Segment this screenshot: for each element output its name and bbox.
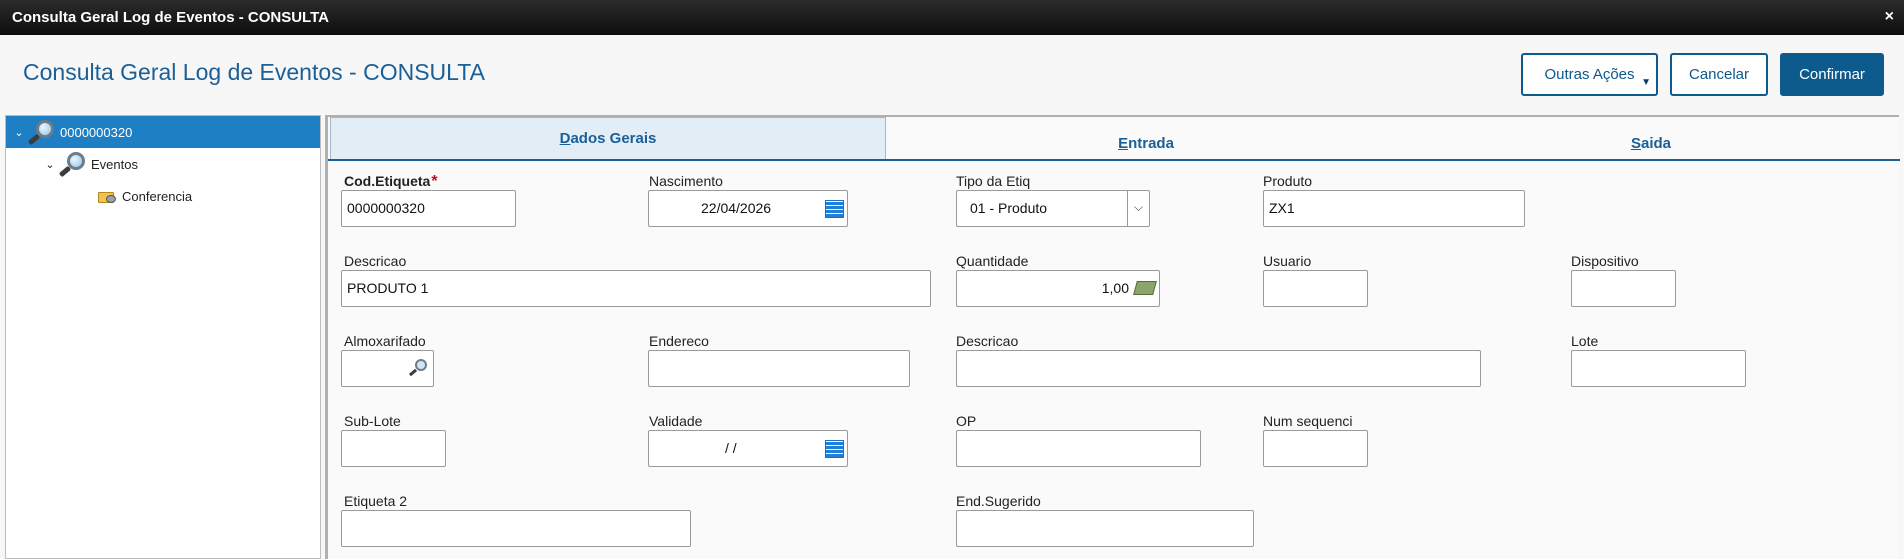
confirm-button[interactable]: Confirmar	[1780, 53, 1884, 96]
tipo-etiq-select[interactable]: 01 - Produto ⌵	[956, 190, 1150, 227]
tipo-etiq-value: 01 - Produto	[970, 200, 1048, 216]
validade-label: Validade	[649, 413, 703, 429]
tree-item-label: Conferencia	[122, 188, 193, 204]
end-sugerido-field[interactable]	[956, 510, 1254, 547]
descricao-label: Descricao	[344, 253, 407, 269]
chevron-down-icon[interactable]: ⌄	[12, 126, 26, 139]
num-sequenci-label: Num sequenci	[1263, 413, 1353, 429]
descricao-field[interactable]: PRODUTO 1	[341, 270, 931, 307]
end-sugerido-label: End.Sugerido	[956, 493, 1041, 509]
window-titlebar: Consulta Geral Log de Eventos - CONSULTA…	[0, 0, 1904, 35]
produto-field[interactable]: ZX1	[1263, 190, 1525, 227]
tab-accel: D	[559, 130, 571, 147]
tab-label: ados Gerais	[570, 130, 657, 147]
close-icon[interactable]: ×	[1885, 8, 1894, 26]
tree-panel: ⌄ 0000000320 ⌄ Eventos Conferencia	[5, 115, 321, 559]
search-icon[interactable]	[407, 359, 429, 379]
lote-label: Lote	[1571, 333, 1599, 349]
sub-lote-label: Sub-Lote	[344, 413, 401, 429]
nascimento-field[interactable]: 22/04/2026	[648, 190, 848, 227]
chevron-down-icon[interactable]: ⌵	[1127, 191, 1149, 226]
dispositivo-field[interactable]	[1571, 270, 1676, 307]
cod-etiqueta-label: Cod.Etiqueta*	[344, 173, 438, 191]
tab-accel: S	[1630, 135, 1641, 152]
tipo-etiq-label: Tipo da Etiq	[956, 173, 1031, 189]
num-sequenci-field[interactable]	[1263, 430, 1368, 467]
lote-field[interactable]	[1571, 350, 1746, 387]
cod-etiqueta-field[interactable]: 0000000320	[341, 190, 516, 227]
quantidade-label: Quantidade	[956, 253, 1029, 269]
op-field[interactable]	[956, 430, 1201, 467]
main-panel: Dados Gerais Entrada Saida Cod.Etiqueta*…	[325, 115, 1900, 559]
tree-item-conferencia[interactable]: Conferencia	[98, 180, 298, 212]
magnifier-icon	[26, 119, 56, 146]
validade-field[interactable]: / /	[648, 430, 848, 467]
page-title: Consulta Geral Log de Eventos - CONSULTA	[23, 59, 485, 85]
cancel-button[interactable]: Cancelar	[1670, 53, 1768, 96]
quantidade-value: 1,00	[1101, 280, 1129, 296]
validade-value: / /	[725, 440, 737, 456]
tab-bar: Dados Gerais Entrada Saida	[328, 117, 1900, 161]
tree-item-label: Eventos	[91, 156, 138, 172]
outras-acoes-button[interactable]: Outras Ações ▼	[1521, 53, 1658, 96]
window-title: Consulta Geral Log de Eventos - CONSULTA	[12, 9, 329, 26]
calendar-icon[interactable]	[825, 200, 844, 218]
required-marker: *	[431, 173, 438, 190]
tab-label: ntrada	[1128, 135, 1174, 152]
tab-label: aida	[1641, 135, 1672, 152]
magnifier-icon	[57, 151, 87, 178]
endereco-field[interactable]	[648, 350, 910, 387]
almoxarifado-field[interactable]	[341, 350, 434, 387]
usuario-field[interactable]	[1263, 270, 1368, 307]
tab-entrada[interactable]: Entrada	[886, 123, 1406, 165]
produto-label: Produto	[1263, 173, 1313, 189]
almoxarifado-label: Almoxarifado	[344, 333, 426, 349]
descricao2-label: Descricao	[956, 333, 1019, 349]
descricao2-field[interactable]	[956, 350, 1481, 387]
tab-accel: E	[1118, 135, 1129, 152]
endereco-label: Endereco	[649, 333, 709, 349]
dispositivo-label: Dispositivo	[1571, 253, 1639, 269]
usuario-label: Usuario	[1263, 253, 1312, 269]
etiqueta2-label: Etiqueta 2	[344, 493, 408, 509]
sub-lote-field[interactable]	[341, 430, 446, 467]
chevron-down-icon[interactable]: ⌄	[43, 158, 57, 171]
nascimento-value: 22/04/2026	[701, 200, 772, 216]
op-label: OP	[956, 413, 977, 429]
tree-item-eventos[interactable]: ⌄ Eventos	[43, 148, 313, 180]
tree-item-label: 0000000320	[60, 124, 133, 140]
cod-etiqueta-label-text: Cod.Etiqueta	[344, 173, 431, 189]
etiqueta2-field[interactable]	[341, 510, 691, 547]
caret-down-icon: ▼	[1641, 77, 1651, 88]
calculator-icon[interactable]	[1133, 281, 1157, 295]
outras-acoes-label: Outras Ações	[1544, 66, 1635, 83]
tab-saida[interactable]: Saida	[1406, 123, 1896, 165]
tree-item-root[interactable]: ⌄ 0000000320	[6, 116, 320, 148]
folder-icon	[98, 189, 116, 203]
tab-dados-gerais[interactable]: Dados Gerais	[330, 117, 886, 159]
calendar-icon[interactable]	[825, 440, 844, 458]
nascimento-label: Nascimento	[649, 173, 723, 189]
quantidade-field[interactable]: 1,00	[956, 270, 1160, 307]
